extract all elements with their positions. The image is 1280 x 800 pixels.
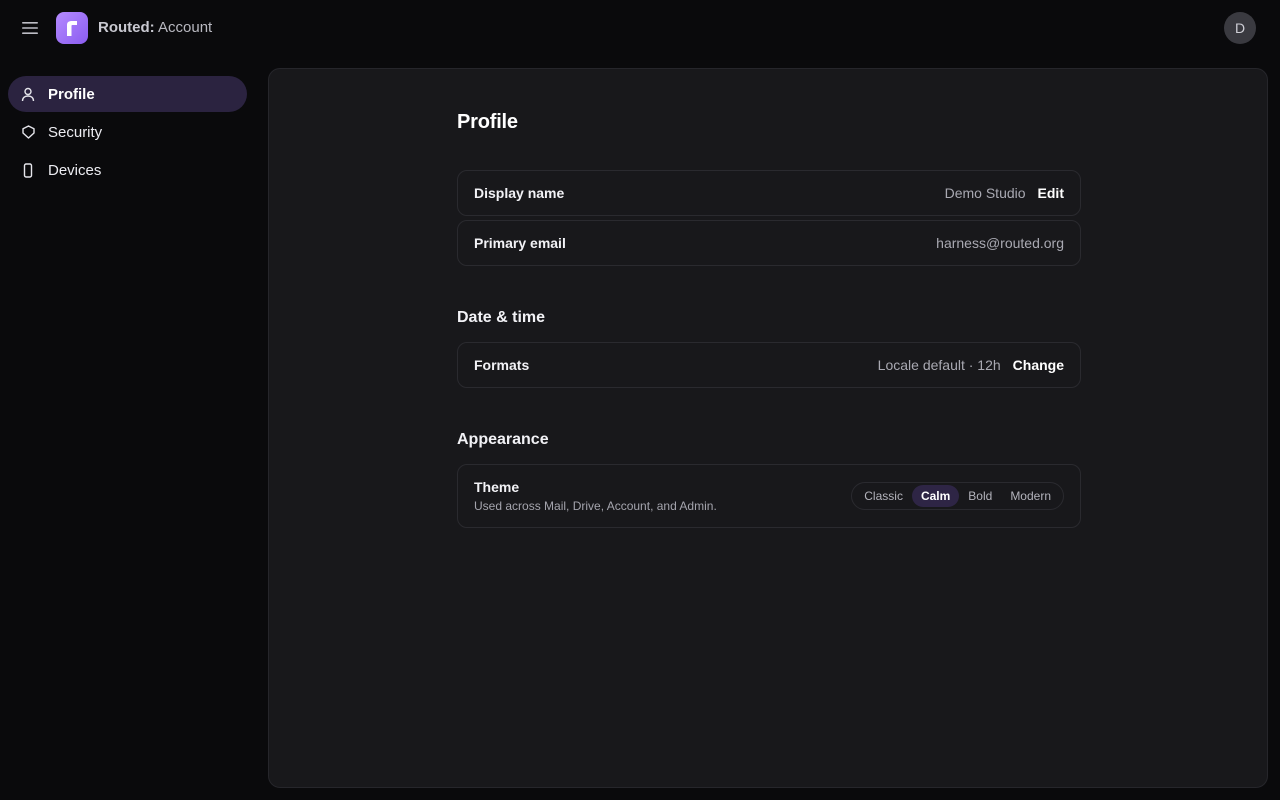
sidebar-item-label: Security [48,123,103,141]
formats-label: Formats [474,357,530,373]
theme-selector: Classic Calm Bold Modern [851,482,1064,510]
hamburger-icon [22,22,38,34]
appearance-section-title: Appearance [457,431,549,448]
routed-logo-icon [67,21,77,36]
sidebar: Profile Security Devices [8,76,247,190]
theme-row: Theme Used across Mail, Drive, Account, … [457,464,1081,528]
edit-display-name-button[interactable]: Edit [1038,185,1064,201]
primary-email-label: Primary email [474,235,566,251]
sidebar-item-profile[interactable]: Profile [8,76,247,112]
page-title: Profile [457,111,518,133]
theme-text: Theme Used across Mail, Drive, Account, … [474,479,717,513]
brand-name: Routed: [98,19,155,36]
theme-option-bold[interactable]: Bold [959,485,1001,507]
app-logo[interactable] [56,12,88,44]
datetime-section-title: Date & time [457,309,546,326]
sidebar-item-label: Devices [48,161,102,179]
shield-icon [20,124,36,140]
sidebar-item-label: Profile [48,85,95,103]
theme-label: Theme [474,479,520,495]
display-name-row: Display name Demo Studio Edit [457,170,1081,216]
sidebar-item-security[interactable]: Security [8,114,247,150]
primary-email-value: harness@routed.org [936,235,1064,251]
display-name-label: Display name [474,185,565,201]
app-section-name: Account [158,19,213,36]
user-icon [20,86,36,102]
phone-icon [20,162,36,178]
primary-email-row: Primary email harness@routed.org [457,220,1081,266]
theme-description: Used across Mail, Drive, Account, and Ad… [474,499,717,513]
display-name-value: Demo Studio [944,185,1026,201]
avatar[interactable]: D [1224,12,1256,44]
theme-option-classic[interactable]: Classic [855,485,912,507]
app-title: Routed: Account [98,19,212,36]
formats-value: Locale default · 12h [877,357,1001,373]
change-formats-button[interactable]: Change [1013,357,1064,373]
main-panel: Profile Display name Demo Studio Edit Pr… [268,68,1268,788]
theme-option-calm[interactable]: Calm [911,485,960,507]
menu-button[interactable] [16,14,44,42]
top-bar: Routed: Account D [0,0,1280,56]
sidebar-item-devices[interactable]: Devices [8,152,247,188]
theme-option-modern[interactable]: Modern [1001,485,1060,507]
formats-row: Formats Locale default · 12h Change [457,342,1081,388]
